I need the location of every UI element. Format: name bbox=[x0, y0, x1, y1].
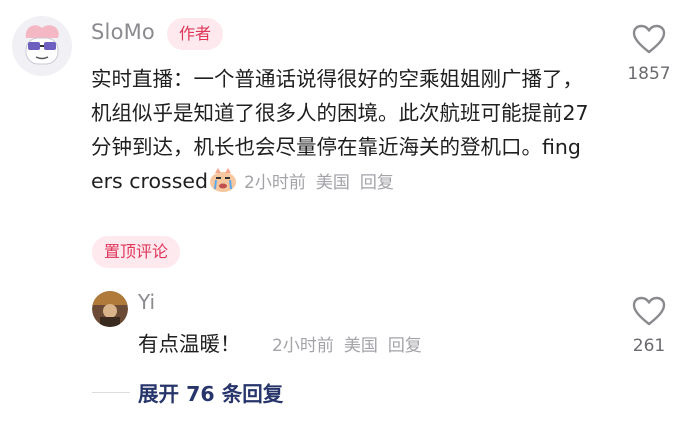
comment-like-count: 1857 bbox=[627, 64, 671, 84]
comment-username[interactable]: SloMo bbox=[91, 20, 155, 44]
reply-avatar-image bbox=[92, 291, 128, 327]
pinned-comment-badge: 置顶评论 bbox=[92, 236, 181, 268]
crying-emoji-icon bbox=[208, 167, 238, 193]
reply-location: 美国 bbox=[343, 336, 378, 356]
comment-body: 实时直播：一个普通话说得很好的空乘姐姐刚广播了，机组似乎是知道了很多人的困境。此… bbox=[91, 62, 591, 200]
comment-location: 美国 bbox=[315, 173, 350, 193]
expand-replies-button[interactable]: 展开 76 条回复 bbox=[138, 377, 283, 407]
reply-text: 有点温暖！ bbox=[138, 332, 241, 356]
reply-meta: 2小时前 美国 回复 bbox=[272, 331, 432, 356]
comment-time: 2小时前 bbox=[244, 173, 306, 193]
divider bbox=[92, 392, 130, 393]
avatar[interactable] bbox=[12, 16, 72, 76]
author-badge: 作者 bbox=[167, 18, 224, 50]
avatar-image bbox=[12, 16, 72, 76]
reply-time: 2小时前 bbox=[272, 336, 334, 356]
reply-avatar[interactable] bbox=[92, 291, 128, 327]
reply-reply-button[interactable]: 回复 bbox=[388, 336, 422, 356]
reply-username[interactable]: Yi bbox=[138, 290, 155, 314]
heart-icon bbox=[632, 296, 666, 326]
comment-like-button[interactable]: 1857 bbox=[618, 24, 680, 84]
heart-icon bbox=[632, 24, 666, 54]
comment-reply-button[interactable]: 回复 bbox=[360, 173, 394, 193]
reply-like-button[interactable]: 261 bbox=[618, 296, 680, 356]
comment-meta: 2小时前 美国 回复 bbox=[244, 173, 404, 193]
reply-like-count: 261 bbox=[632, 336, 666, 356]
